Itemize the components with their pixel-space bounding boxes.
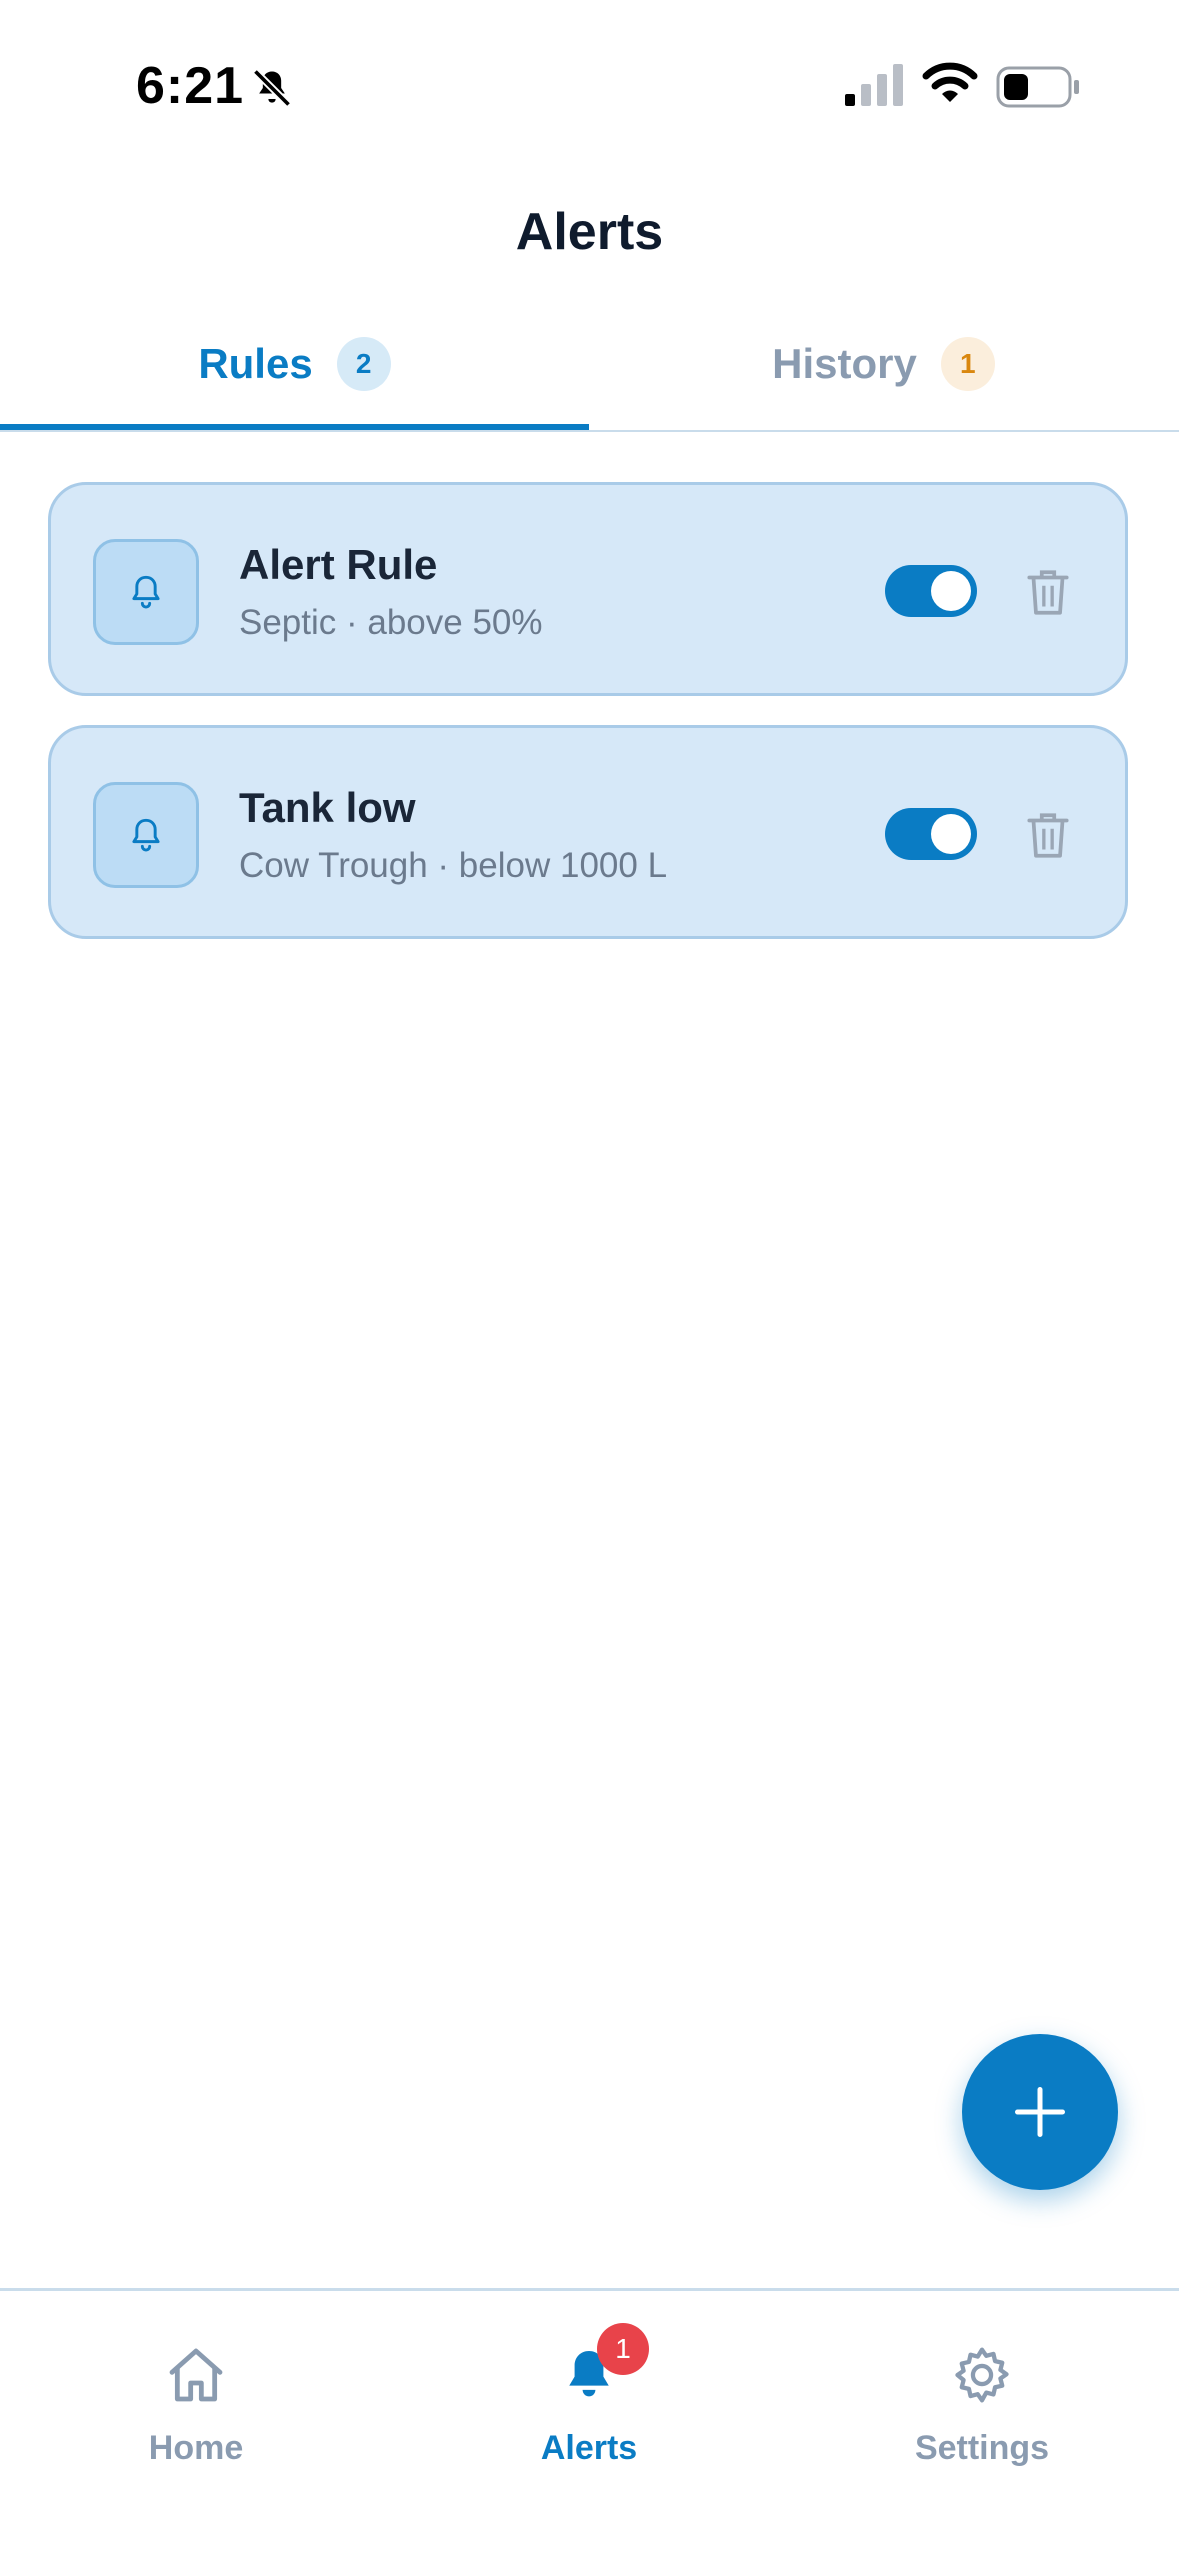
- tab-history-label: History: [772, 340, 917, 387]
- nav-home-label: Home: [148, 2429, 244, 2467]
- tabs-divider: [0, 430, 1179, 432]
- toggle-knob: [931, 814, 971, 854]
- rule-card[interactable]: Alert Rule Septic · above 50%: [48, 482, 1128, 696]
- bell-slash-icon: [252, 68, 292, 108]
- trash-icon[interactable]: [1023, 808, 1073, 862]
- tab-history[interactable]: History 1: [589, 300, 1178, 428]
- bottom-nav: Home 1 Alerts Settings: [0, 2288, 1179, 2559]
- rule-enabled-toggle[interactable]: [885, 565, 977, 617]
- nav-home[interactable]: Home: [66, 2343, 326, 2483]
- notification-badge: 1: [597, 2323, 649, 2375]
- gear-icon: [955, 2347, 1009, 2403]
- home-icon: [169, 2348, 223, 2402]
- bell-icon: [132, 818, 160, 852]
- rule-enabled-toggle[interactable]: [885, 808, 977, 860]
- tab-bar: Rules 2 History 1: [0, 300, 1179, 432]
- nav-settings-label: Settings: [914, 2429, 1050, 2467]
- nav-alerts[interactable]: 1 Alerts: [459, 2323, 719, 2483]
- status-time: 6:21: [136, 57, 245, 115]
- rule-icon-container: [93, 539, 199, 645]
- nav-settings[interactable]: Settings: [852, 2343, 1112, 2483]
- tab-rules-count-badge: 2: [336, 337, 391, 391]
- rule-subtitle: Septic · above 50%: [239, 603, 543, 642]
- rule-icon-container: [93, 782, 199, 888]
- tab-history-count-badge: 1: [940, 337, 995, 391]
- rule-subtitle: Cow Trough · below 1000 L: [239, 846, 668, 885]
- tab-rules[interactable]: Rules 2: [0, 300, 589, 428]
- rule-title: Alert Rule: [239, 541, 438, 588]
- trash-icon[interactable]: [1023, 565, 1073, 619]
- add-rule-button[interactable]: [962, 2034, 1118, 2190]
- battery-icon: [996, 66, 1079, 108]
- page-title: Alerts: [515, 203, 664, 261]
- toggle-knob: [931, 571, 971, 611]
- plus-icon: [1015, 2087, 1065, 2137]
- wifi-icon: [922, 62, 978, 102]
- rule-title: Tank low: [239, 784, 416, 831]
- tab-rules-label: Rules: [198, 340, 313, 387]
- rule-card[interactable]: Tank low Cow Trough · below 1000 L: [48, 725, 1128, 939]
- cellular-signal-icon: [845, 64, 903, 106]
- nav-alerts-label: Alerts: [540, 2429, 638, 2467]
- status-bar: 6:21: [0, 0, 1179, 170]
- bell-icon: [132, 575, 160, 609]
